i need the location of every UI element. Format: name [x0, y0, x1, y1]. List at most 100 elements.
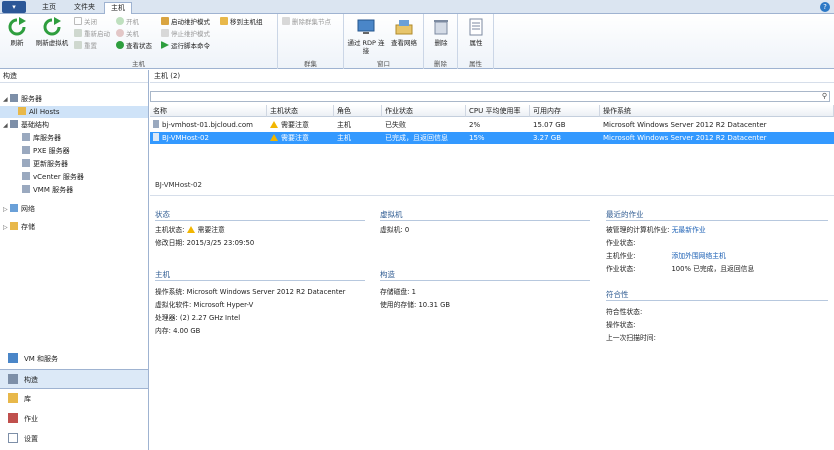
table-row[interactable]: bj-vmhost-01.bjcloud.com 需要注意 主机 已失败 2% …	[150, 119, 834, 131]
section-divider	[606, 300, 828, 301]
section-title-host: 主机	[155, 270, 170, 279]
tab-home[interactable]: 主页	[36, 2, 62, 14]
workspace-library[interactable]: 库	[0, 389, 148, 409]
start-maintenance-button[interactable]: 启动维护模式	[161, 17, 210, 27]
cell-host-status: 需要注意	[267, 119, 334, 131]
cell-name: bj-vmhost-01.bjcloud.com	[150, 119, 267, 131]
help-icon[interactable]: ?	[820, 2, 830, 12]
vm-icon	[8, 353, 18, 363]
server-icon	[22, 133, 30, 141]
column-header-role[interactable]: 角色	[334, 105, 382, 117]
refresh-button[interactable]: 刷新	[0, 17, 34, 47]
properties-button[interactable]: 属性	[459, 17, 493, 47]
ribbon-group-properties: 属性 属性	[458, 14, 494, 69]
power-off-icon	[116, 29, 124, 37]
virtualization-row: 虚拟化软件: Microsoft Hyper-V	[155, 301, 254, 309]
reboot-button[interactable]: 重新启动	[74, 29, 110, 39]
section-title-compliance: 符合性	[606, 290, 629, 299]
workspace-fabric[interactable]: 构造	[0, 369, 148, 389]
workspace-settings[interactable]: 设置	[0, 429, 148, 449]
tree-item-pxe-servers[interactable]: PXE 服务器	[0, 145, 70, 157]
host-job-row: 主机作业: 添加外围网络主机	[606, 252, 726, 260]
expand-icon[interactable]: ▷	[3, 204, 10, 216]
app-menu-button[interactable]: ▾	[2, 1, 26, 13]
column-header-host-status[interactable]: 主机状态	[267, 105, 334, 117]
host-icon	[153, 133, 159, 141]
tree-item-vcenter-servers[interactable]: vCenter 服务器	[0, 171, 84, 183]
ribbon-group-host: 刷新 刷新虚拟机 关闭 重新启动 重置 开机 关机 查看状态 启动维护模式 停止…	[0, 14, 278, 69]
stop-maintenance-icon	[161, 29, 169, 37]
search-icon[interactable]: ⚲	[822, 92, 827, 100]
section-divider	[155, 220, 365, 221]
column-header-memory[interactable]: 可用内存	[530, 105, 600, 117]
folder-move-icon	[220, 17, 228, 25]
workspace-vms-services[interactable]: VM 和服务	[0, 349, 148, 369]
host-status-row: 主机状态: 需要注意	[155, 226, 225, 234]
cell-cpu: 2%	[469, 121, 481, 129]
operation-status-row: 操作状态:	[606, 321, 636, 329]
main-pane: 主机 (2) ⚲ 名称 主机状态 角色 作业状态 CPU 平均使用率 可用内存 …	[150, 70, 834, 450]
refresh-vm-button[interactable]: 刷新虚拟机	[32, 17, 72, 47]
modified-date-row: 修改日期: 2015/3/25 23:09:50	[155, 239, 255, 247]
view-status-button[interactable]: 查看状态	[116, 41, 152, 51]
section-title-storage: 构造	[380, 270, 395, 279]
shutdown-button[interactable]: 关闭	[74, 17, 97, 27]
tree-item-all-hosts[interactable]: All Hosts	[0, 106, 148, 118]
server-icon	[22, 185, 30, 193]
column-header-name[interactable]: 名称	[150, 105, 267, 117]
memory-row: 内存: 4.00 GB	[155, 327, 201, 335]
warning-icon	[186, 226, 195, 233]
cell-os: Microsoft Windows Server 2012 R2 Datacen…	[603, 134, 767, 142]
cell-memory: 15.07 GB	[533, 121, 566, 129]
tree-item-networking[interactable]: ▷ 网络	[0, 203, 35, 215]
used-storage-row: 使用的存储: 10.31 GB	[380, 301, 451, 309]
cell-job-status: 已失败	[385, 121, 406, 129]
power-off-button[interactable]: 关机	[116, 29, 139, 39]
ribbon-group-label-window: 窗口	[377, 60, 390, 68]
run-icon	[161, 41, 169, 49]
power-on-button[interactable]: 开机	[116, 17, 139, 27]
reset-icon	[74, 41, 82, 49]
no-recent-job-link[interactable]: 无最新作业	[672, 226, 706, 234]
delete-button[interactable]: 删除	[424, 17, 458, 47]
title-bar: ▾ 主页 文件夹 主机 ?	[0, 0, 834, 15]
collapse-icon[interactable]: ◢	[3, 120, 10, 132]
compliance-status-row: 符合性状态:	[606, 308, 643, 316]
move-to-host-group-button[interactable]: 移到主机组	[220, 17, 263, 27]
tree-item-infrastructure[interactable]: ◢ 基础结构	[0, 119, 49, 131]
last-scan-row: 上一次扫描时间:	[606, 334, 656, 342]
collapse-icon[interactable]: ◢	[3, 94, 10, 106]
workspace-jobs[interactable]: 作业	[0, 409, 148, 429]
properties-icon	[469, 18, 483, 36]
cell-host-status: 需要注意	[267, 132, 334, 144]
search-input[interactable]: ⚲	[150, 91, 830, 102]
column-header-cpu[interactable]: CPU 平均使用率	[466, 105, 530, 117]
column-header-job-status[interactable]: 作业状态	[382, 105, 466, 117]
table-row[interactable]: BJ-VMHost-02 需要注意 主机 已完成，且返回信息 15% 3.27 …	[150, 132, 834, 144]
tree-item-servers[interactable]: ◢ 服务器	[0, 93, 42, 105]
column-header-os[interactable]: 操作系统	[600, 105, 834, 117]
cell-memory: 3.27 GB	[533, 134, 562, 142]
power-on-icon	[116, 17, 124, 25]
server-icon	[22, 146, 30, 154]
section-divider	[380, 220, 590, 221]
ribbon-group-label-delete: 删除	[434, 60, 447, 68]
jobs-icon	[8, 413, 18, 423]
view-network-button[interactable]: 查看网络	[384, 17, 424, 47]
tree-item-update-servers[interactable]: 更新服务器	[0, 158, 68, 170]
tab-folder[interactable]: 文件夹	[68, 2, 101, 14]
ribbon-group-cluster: 删除群集节点 群集	[278, 14, 344, 69]
rdp-connect-button[interactable]: 通过 RDP 连接	[346, 17, 386, 55]
divider	[150, 195, 834, 196]
run-script-button[interactable]: 运行脚本命令	[161, 41, 210, 51]
refresh-vm-icon	[43, 17, 61, 36]
ribbon-group-delete: 删除 删除	[424, 14, 458, 69]
reset-button[interactable]: 重置	[74, 41, 97, 51]
tree-item-library-servers[interactable]: 库服务器	[0, 132, 61, 144]
remove-cluster-node-button[interactable]: 删除群集节点	[282, 17, 331, 27]
expand-icon[interactable]: ▷	[3, 222, 10, 234]
stop-maintenance-button[interactable]: 停止维护模式	[161, 29, 210, 39]
tree-item-storage[interactable]: ▷ 存储	[0, 221, 35, 233]
tree-item-vmm-servers[interactable]: VMM 服务器	[0, 184, 73, 196]
host-job-link[interactable]: 添加外围网络主机	[671, 252, 725, 260]
